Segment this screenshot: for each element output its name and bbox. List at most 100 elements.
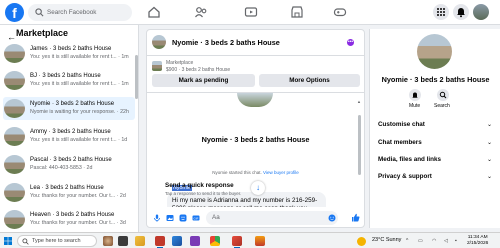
gif-icon[interactable]: GIF <box>192 214 200 222</box>
scroll-up-arrow-icon[interactable]: ▲ <box>357 99 361 104</box>
listing-thumbnail <box>4 155 25 174</box>
conversation-item-nyomie[interactable]: Nyomie · 3 beds 2 baths House Nyomie is … <box>3 97 135 120</box>
facebook-logo[interactable]: f <box>5 3 24 22</box>
language-icon[interactable]: ▪ <box>455 238 457 244</box>
listing-thumbnail <box>4 44 25 63</box>
conversation-item-heaven[interactable]: Heaven · 3 beds 2 baths House You: thank… <box>3 208 135 231</box>
chat-header-thumbnail[interactable] <box>152 35 166 49</box>
chat-members-row[interactable]: Chat members <box>378 139 422 146</box>
scroll-down-arrow-icon[interactable]: ↓ <box>251 181 265 195</box>
listing-thumbnail <box>4 127 25 146</box>
conversation-item-pascal[interactable]: Pascal · 3 beds 2 baths House Pascal: 44… <box>3 153 135 176</box>
chrome-icon[interactable] <box>210 236 220 246</box>
taskbar-app-w-icon[interactable] <box>232 236 242 246</box>
info-title: Nyomie · 3 beds 2 baths House <box>381 75 490 84</box>
listing-price-title[interactable]: $900 · 3 beds 2 baths House <box>166 67 230 73</box>
back-arrow-icon[interactable]: ← <box>7 32 16 42</box>
menu-grid-icon[interactable] <box>433 4 449 20</box>
chat-started-note: Nyomie started this chat. View buyer pro… <box>147 170 364 175</box>
wifi-icon[interactable]: ◠ <box>432 238 436 244</box>
gaming-icon[interactable] <box>333 5 347 19</box>
chevron-down-icon[interactable]: ⌄ <box>487 139 492 146</box>
search-icon <box>22 238 29 245</box>
media-files-links-row[interactable]: Media, files and links <box>378 156 441 163</box>
weather-text[interactable]: 23°C Sunny <box>372 237 401 243</box>
mute-button[interactable] <box>409 89 421 101</box>
conversation-title: James · 3 beds 2 baths House <box>30 46 112 52</box>
conversation-item-lea[interactable]: Lea · 3 beds 2 baths House You: thanks f… <box>3 181 135 204</box>
chevron-down-icon[interactable]: ⌄ <box>487 173 492 180</box>
view-buyer-profile-link[interactable]: View buyer profile <box>263 170 299 175</box>
chat-scrollbar[interactable] <box>358 115 361 175</box>
sidebar-scrollbar[interactable] <box>135 55 138 99</box>
tray-chevron-icon[interactable]: ^ <box>406 238 408 244</box>
emoji-icon[interactable] <box>328 214 336 222</box>
conversation-title: Nyomie · 3 beds 2 baths House <box>30 101 115 107</box>
taskbar-app-blue-icon[interactable] <box>172 236 182 246</box>
chevron-down-icon[interactable]: ⌄ <box>487 156 492 163</box>
volume-icon[interactable]: ◁ <box>444 238 448 244</box>
account-avatar[interactable] <box>473 4 489 20</box>
quick-response-title: Send a quick response <box>165 182 234 189</box>
search-box[interactable]: Search Facebook <box>28 4 132 21</box>
search-in-chat-button[interactable] <box>437 89 449 101</box>
conversation-item-bj[interactable]: BJ · 3 beds 2 baths House You: yes it is… <box>3 69 135 92</box>
chat-started-text: Nyomie started this chat. <box>212 170 262 175</box>
more-options-button[interactable]: More Options <box>259 74 360 87</box>
mic-icon[interactable] <box>153 214 161 222</box>
bell-icon <box>412 92 418 98</box>
conversation-item-ammy[interactable]: Ammy · 3 beds 2 baths House You: yes it … <box>3 125 135 148</box>
conversation-preview: You: yes it is still available for rent … <box>30 54 129 60</box>
conversation-title: Pascal · 3 beds 2 baths House <box>30 157 112 163</box>
thread-title: Nyomie · 3 beds 2 baths House <box>201 135 310 144</box>
listing-thumbnail <box>4 183 25 202</box>
conversation-preview: Nyomie is waiting for your response. · 2… <box>30 109 129 115</box>
conversation-title: Lea · 3 beds 2 baths House <box>30 185 104 191</box>
network-icon[interactable]: ▭ <box>418 238 423 244</box>
mark-as-pending-button[interactable]: Mark as pending <box>152 74 255 87</box>
message-composer: GIF Aa <box>147 208 364 228</box>
more-info-icon[interactable]: ••• <box>347 39 354 46</box>
photo-icon[interactable] <box>166 214 174 222</box>
search-icon <box>35 8 44 17</box>
clock-date: 2/15/2026 <box>467 241 489 246</box>
marketplace-label: Marketplace <box>166 60 194 66</box>
listing-profile-image[interactable] <box>417 34 452 69</box>
customise-chat-row[interactable]: Customise chat <box>378 121 425 128</box>
task-view-icon[interactable] <box>118 236 128 246</box>
sidebar-title: Marketplace <box>16 28 69 38</box>
search-input[interactable]: Search Facebook <box>47 9 96 16</box>
notifications-bell-icon[interactable] <box>453 4 469 20</box>
quick-response-section: Send a quick response Tap a response to … <box>165 182 295 196</box>
taskbar-app-red-icon[interactable] <box>155 236 165 246</box>
listing-thumbnail <box>4 210 25 229</box>
top-navigation-bar: f Search Facebook <box>0 0 500 25</box>
chat-info-panel: Nyomie · 3 beds 2 baths House Mute Searc… <box>369 29 500 228</box>
conversation-preview: You: thanks for your number. Our t... · … <box>30 193 126 199</box>
file-explorer-icon[interactable] <box>135 236 145 246</box>
conversation-title: BJ · 3 beds 2 baths House <box>30 73 101 79</box>
conversation-item-james[interactable]: James · 3 beds 2 baths House You: yes it… <box>3 42 135 65</box>
home-icon[interactable] <box>147 5 161 19</box>
taskbar-search[interactable]: Type here to search <box>17 235 97 247</box>
windows-start-icon[interactable] <box>4 237 12 245</box>
taskbar-app-orange-icon[interactable] <box>255 236 265 246</box>
privacy-support-row[interactable]: Privacy & support <box>378 173 432 180</box>
marketplace-icon[interactable] <box>290 5 304 19</box>
like-thumbs-up-icon[interactable] <box>351 213 360 222</box>
friends-icon[interactable] <box>194 5 208 19</box>
watch-icon[interactable] <box>244 5 258 19</box>
sticker-icon[interactable] <box>179 214 187 222</box>
conversation-title: Ammy · 3 beds 2 baths House <box>30 129 111 135</box>
taskbar-clock[interactable]: 11:34 AM 2/15/2026 <box>467 235 488 247</box>
search-label: Search <box>434 103 450 109</box>
chevron-down-icon[interactable]: ⌄ <box>487 121 492 128</box>
thread-listing-image <box>237 93 273 107</box>
taskbar-app-purple-icon[interactable] <box>190 236 200 246</box>
listing-thumbnail <box>4 71 25 90</box>
chat-header-title[interactable]: Nyomie · 3 beds 2 baths House <box>172 38 280 47</box>
search-icon <box>439 91 447 99</box>
taskbar-app-icon[interactable] <box>103 236 113 246</box>
message-input[interactable]: Aa <box>206 211 338 225</box>
chat-panel: Nyomie · 3 beds 2 baths House ••• Market… <box>146 29 365 228</box>
